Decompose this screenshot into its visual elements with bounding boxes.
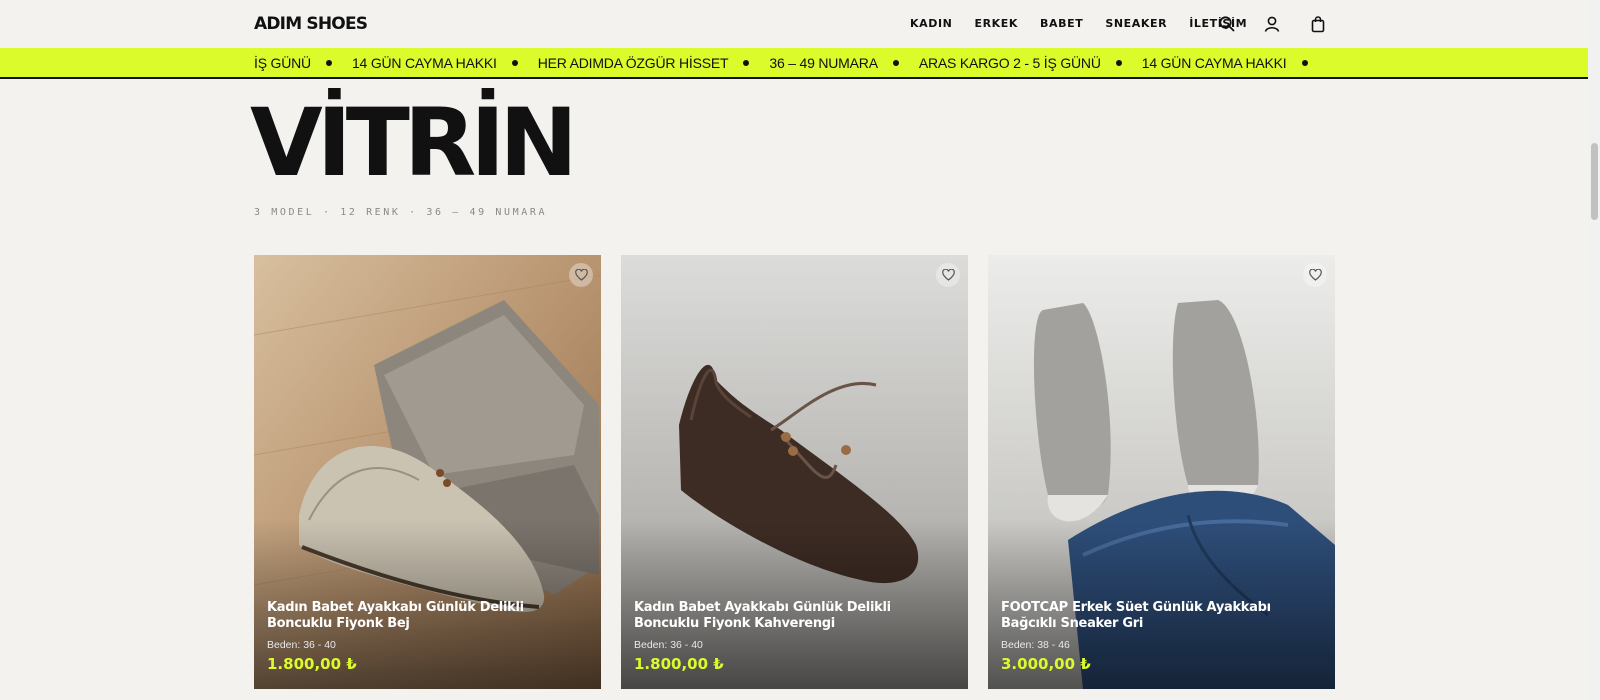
heart-icon[interactable] (1303, 263, 1327, 287)
product-card[interactable]: Kadın Babet Ayakkabı Günlük Delikli Bonc… (621, 255, 968, 689)
scrollbar-thumb[interactable] (1591, 143, 1598, 220)
bag-icon[interactable] (1309, 15, 1327, 33)
collection-summary: 3 MODEL · 12 RENK · 36 – 49 NUMARA (254, 207, 548, 218)
user-icon[interactable] (1263, 15, 1281, 33)
announcement-item: HER ADIMDA ÖZGÜR HİSSET (537, 55, 729, 71)
nav-babet[interactable]: BABET (1040, 17, 1083, 30)
nav-sneaker[interactable]: SNEAKER (1105, 17, 1167, 30)
bullet-dot (892, 60, 899, 66)
product-size-range: Beden: 36 - 40 (634, 639, 703, 651)
announcement-item: 36 – 49 NUMARA (769, 55, 878, 71)
bullet-dot (1115, 60, 1122, 66)
announcement-bar: İŞ GÜNÜ 14 GÜN CAYMA HAKKI HER ADIMDA ÖZ… (0, 48, 1588, 79)
product-price: 3.000,00 ₺ (1001, 655, 1091, 673)
page-title: VİTRİN (250, 89, 578, 198)
announcement-item: 14 GÜN CAYMA HAKKI (1141, 55, 1287, 71)
scrollbar[interactable] (1588, 0, 1600, 700)
announcement-track: İŞ GÜNÜ 14 GÜN CAYMA HAKKI HER ADIMDA ÖZ… (254, 55, 1328, 71)
product-card[interactable]: FOOTCAP Erkek Süet Günlük Ayakkabı Bağcı… (988, 255, 1335, 689)
heart-icon[interactable] (936, 263, 960, 287)
nav-kadin[interactable]: KADIN (910, 17, 952, 30)
product-name[interactable]: Kadın Babet Ayakkabı Günlük Delikli Bonc… (267, 600, 581, 632)
search-icon[interactable] (1218, 15, 1236, 33)
product-price: 1.800,00 ₺ (634, 655, 724, 673)
brand-logo[interactable]: ADIM SHOES (254, 14, 368, 34)
product-size-range: Beden: 36 - 40 (267, 639, 336, 651)
product-price: 1.800,00 ₺ (267, 655, 357, 673)
announcement-item: ARAS KARGO 2 - 5 İŞ GÜNÜ (918, 55, 1101, 71)
bullet-dot (325, 60, 332, 66)
product-name[interactable]: FOOTCAP Erkek Süet Günlük Ayakkabı Bağcı… (1001, 600, 1315, 632)
product-name[interactable]: Kadın Babet Ayakkabı Günlük Delikli Bonc… (634, 600, 948, 632)
announcement-item: İŞ GÜNÜ (254, 55, 311, 71)
announcement-item: 14 GÜN CAYMA HAKKI (351, 55, 497, 71)
site-header: ADIM SHOES KADIN ERKEK BABET SNEAKER İLE… (0, 0, 1588, 48)
bullet-dot (511, 60, 518, 66)
product-card[interactable]: Kadın Babet Ayakkabı Günlük Delikli Bonc… (254, 255, 601, 689)
bullet-dot (1301, 60, 1308, 66)
main-nav: KADIN ERKEK BABET SNEAKER İLETİŞİM (910, 17, 1269, 30)
bullet-dot (743, 60, 750, 66)
nav-erkek[interactable]: ERKEK (974, 17, 1018, 30)
product-size-range: Beden: 38 - 46 (1001, 639, 1070, 651)
heart-icon[interactable] (569, 263, 593, 287)
